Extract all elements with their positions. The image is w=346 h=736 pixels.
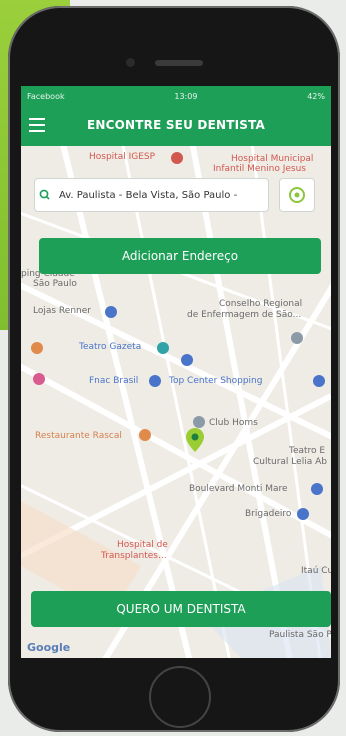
map-label-lojas-renner: Lojas Renner (33, 306, 91, 316)
search-input[interactable] (57, 188, 261, 202)
restaurant-pin-icon (31, 342, 43, 354)
map-label-hospital-trans: Hospital de (117, 540, 168, 550)
address-search-field[interactable] (34, 178, 269, 212)
map-label-transplantes: Transplantes... (101, 551, 167, 561)
place-pin-icon (291, 332, 303, 344)
speaker-grille (155, 60, 203, 66)
transit-pin-icon (181, 354, 193, 366)
restaurant-rascal-pin-icon (139, 429, 151, 441)
boulevard-pin-icon (311, 483, 323, 495)
map-label-teatro-gazeta: Teatro Gazeta (79, 342, 142, 352)
metro-pin-icon (297, 508, 309, 520)
map-label-top-center: Top Center Shopping (169, 376, 263, 386)
google-logo: Google (27, 641, 71, 654)
hospital-pin-icon (171, 152, 183, 164)
map-label-teatro-e: Teatro E (289, 446, 326, 456)
map-label-restaurante: Restaurante Rascal (35, 431, 122, 441)
page-title: ENCONTRE SEU DENTISTA (86, 118, 266, 132)
map-streets (21, 146, 331, 658)
map-label-hospital-municipal: Hospital Municipal (231, 154, 314, 164)
search-icon (39, 189, 50, 200)
status-battery: 42% (307, 91, 325, 101)
fnac-pin-icon (149, 375, 161, 387)
status-time: 13:09 (174, 91, 198, 101)
status-bar: Facebook 13:09 42% (21, 86, 331, 106)
app-screen: Facebook 13:09 42% ENCONTRE SEU DENTISTA (21, 86, 331, 658)
map-label-boulevard: Boulevard Monti Mare (189, 484, 288, 494)
status-carrier: Facebook (27, 91, 65, 101)
app-header: ENCONTRE SEU DENTISTA (21, 106, 331, 146)
map-label-fnac: Fnac Brasil (89, 376, 139, 386)
map-label-enfermagem: de Enfermagem de São... (187, 310, 302, 320)
map-label-conselho: Conselho Regional (219, 299, 303, 309)
map-label-itau: Itaú Cu (301, 566, 331, 576)
map-label-infantil: Infantil Menino Jesus (213, 164, 306, 174)
home-button[interactable] (149, 666, 211, 728)
theater-pin-icon (157, 342, 169, 354)
map-label-hospital-igesp: Hospital IGESP (89, 152, 156, 162)
map-label-club-homs: Club Homs (209, 418, 258, 428)
camera-icon (126, 58, 135, 67)
add-address-button[interactable]: Adicionar Endereço (39, 238, 321, 274)
location-marker-icon (186, 428, 204, 452)
map-label-cultural: Cultural Lelia Ab (253, 457, 327, 467)
store-pin-icon (33, 373, 45, 385)
gps-target-icon (289, 187, 305, 203)
map-label-sao-paulo: São Paulo (33, 279, 77, 289)
map-label-paulista: Paulista São Paul (269, 630, 331, 640)
shopping-pin-icon (313, 375, 325, 387)
my-location-button[interactable] (279, 178, 315, 212)
map-view[interactable]: Hospital IGESP Hospital Municipal Infant… (21, 146, 331, 658)
find-dentist-button[interactable]: QUERO UM DENTISTA (31, 591, 331, 627)
map-label-brigadeiro: Brigadeiro (245, 509, 292, 519)
club-pin-icon (193, 416, 205, 428)
shop-pin-icon (105, 306, 117, 318)
